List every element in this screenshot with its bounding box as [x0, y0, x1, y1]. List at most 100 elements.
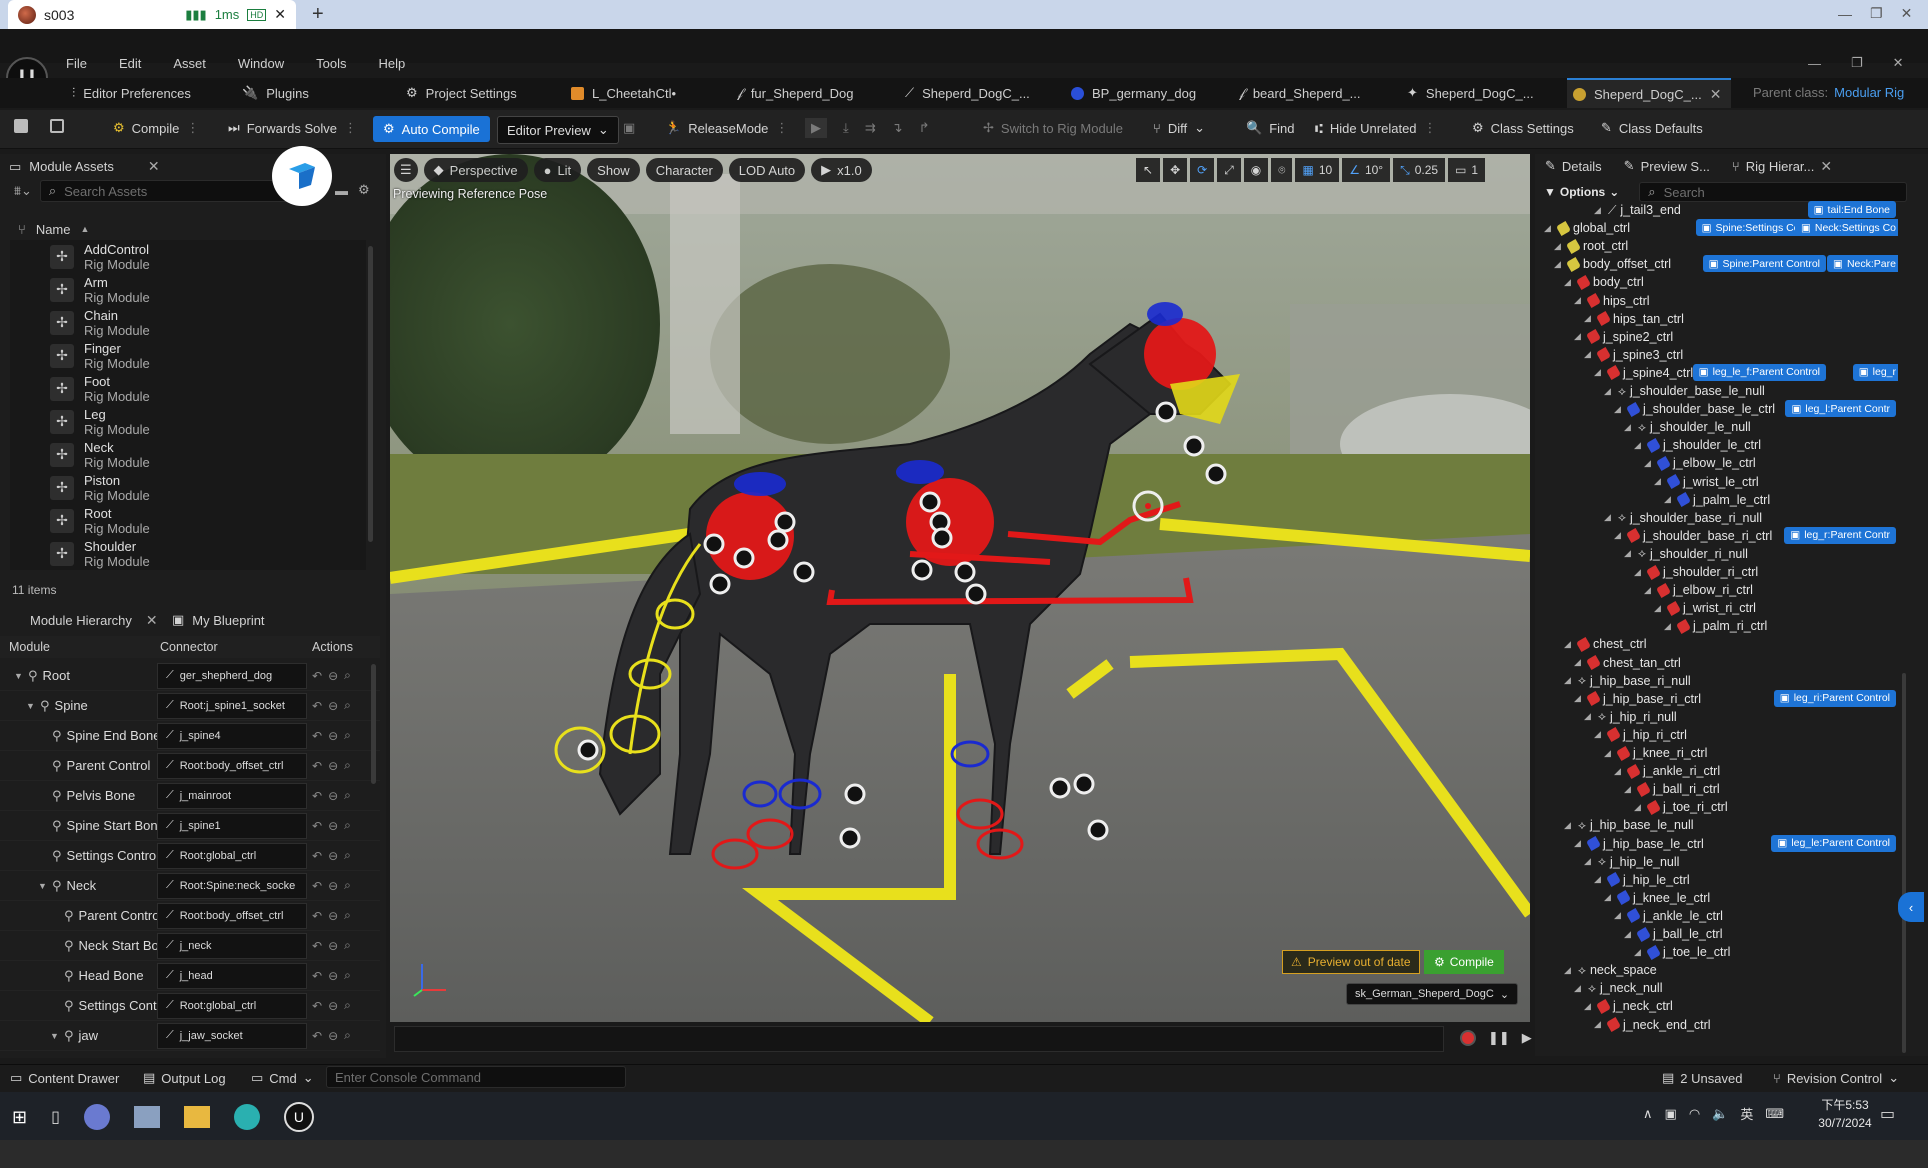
- expand-arrow-icon[interactable]: ◢: [1594, 367, 1604, 378]
- diff-button[interactable]: ⑂ Diff ⌄: [1153, 120, 1205, 136]
- expand-arrow-icon[interactable]: ◢: [1564, 675, 1574, 686]
- task-view-icon[interactable]: ▯: [51, 1107, 60, 1127]
- close-panel-icon[interactable]: ✕: [148, 158, 160, 175]
- new-tab-button[interactable]: +: [312, 3, 324, 26]
- expand-arrow-icon[interactable]: ◢: [1634, 567, 1644, 578]
- ime-indicator[interactable]: 英: [1740, 1104, 1753, 1123]
- reset-icon[interactable]: ↶: [312, 729, 322, 743]
- world-local-icon[interactable]: ◉: [1243, 158, 1269, 182]
- rig-tree-item[interactable]: ◢ j_palm_le_ctrl: [1664, 491, 1770, 509]
- reset-icon[interactable]: ↶: [312, 699, 322, 713]
- menu-tools[interactable]: Tools: [316, 56, 346, 71]
- rig-tree-item[interactable]: ◢ j_wrist_ri_ctrl: [1654, 599, 1756, 617]
- tab-cheetah[interactable]: L_CheetahCtl•: [565, 78, 731, 108]
- reset-icon[interactable]: ↶: [312, 849, 322, 863]
- actions-column-header[interactable]: Actions: [312, 640, 353, 654]
- rig-tree-item[interactable]: ◢ ⟡ j_hip_base_ri_null: [1564, 672, 1691, 690]
- close-hierarchy-icon[interactable]: ✕: [146, 612, 158, 629]
- hierarchy-row[interactable]: ▼ ⚲ jaw ⟋ j_jaw_socket ↶ ⊖ ⌕: [0, 1021, 380, 1051]
- translate-icon[interactable]: ✥: [1163, 158, 1188, 182]
- rig-tree-item[interactable]: ◢ body_ctrl: [1564, 273, 1644, 291]
- rig-tree-item[interactable]: ◢ j_neck_end_ctrl: [1594, 1016, 1711, 1034]
- expand-arrow-icon[interactable]: ◢: [1574, 331, 1584, 342]
- viewport-compile-button[interactable]: ⚙ Compile: [1424, 950, 1504, 974]
- start-icon[interactable]: ⊞: [12, 1107, 27, 1128]
- tab-project-settings[interactable]: ⚙ Project Settings: [400, 78, 565, 108]
- asset-item[interactable]: ✢ Foot Rig Module: [10, 372, 150, 405]
- expand-arrow-icon[interactable]: ▼: [38, 881, 48, 891]
- connection-chip[interactable]: ▣ Neck:Settings Co: [1794, 219, 1898, 237]
- close-tab-icon[interactable]: ✕: [1710, 86, 1722, 103]
- browse-icon[interactable]: ⌕: [344, 788, 351, 803]
- hierarchy-scrollbar[interactable]: [371, 664, 376, 784]
- connector-field[interactable]: ⟋ Root:Spine:neck_socke: [157, 872, 307, 899]
- expand-arrow-icon[interactable]: ◢: [1634, 440, 1644, 451]
- expand-arrow-icon[interactable]: ◢: [1604, 512, 1614, 523]
- rig-tree-item[interactable]: ◢ j_toe_ri_ctrl: [1634, 798, 1728, 816]
- reset-icon[interactable]: ↶: [312, 939, 322, 953]
- menu-file[interactable]: File: [66, 56, 87, 71]
- viewport[interactable]: ☰ ◆ Perspective ● Lit Show Character LOD A…: [390, 154, 1530, 1022]
- rig-tree-item[interactable]: ◢ j_spine3_ctrl: [1584, 346, 1683, 364]
- expand-arrow-icon[interactable]: ◢: [1664, 621, 1674, 632]
- edge-icon[interactable]: [233, 1104, 260, 1130]
- module-column-header[interactable]: Module: [9, 640, 50, 654]
- browse-icon[interactable]: ⌕: [344, 878, 351, 893]
- close-window-icon[interactable]: ✕: [1901, 5, 1913, 22]
- expand-arrow-icon[interactable]: ◢: [1614, 766, 1624, 777]
- file-explorer-icon[interactable]: [183, 1106, 210, 1128]
- tab-dog-2[interactable]: ✦ Sheperd_DogC_...: [1401, 78, 1567, 108]
- rig-tree-item[interactable]: ◢ ⟡ neck_space: [1564, 961, 1657, 979]
- expand-arrow-icon[interactable]: ◢: [1574, 657, 1584, 668]
- browse-icon[interactable]: ⌕: [344, 968, 351, 983]
- reset-icon[interactable]: ↶: [312, 1029, 322, 1043]
- perspective-button[interactable]: ◆ Perspective: [423, 158, 528, 182]
- connector-field[interactable]: ⟋ Root:body_offset_ctrl: [157, 752, 307, 779]
- content-drawer-button[interactable]: ▭ Content Drawer: [10, 1070, 119, 1086]
- filter-icon[interactable]: ⩩⌄: [14, 183, 32, 199]
- connector-field[interactable]: ⟋ ger_shepherd_dog: [157, 662, 307, 689]
- connector-field[interactable]: ⟋ Root:global_ctrl: [157, 992, 307, 1019]
- reset-icon[interactable]: ↶: [312, 909, 322, 923]
- camera-speed-button[interactable]: ▭ 1: [1448, 158, 1486, 182]
- rig-tree-item[interactable]: ◢ ⟡ j_shoulder_base_le_null: [1604, 382, 1765, 400]
- tab-plugins[interactable]: 🔌 Plugins: [236, 78, 400, 108]
- rig-tree-item[interactable]: ◢ j_ball_ri_ctrl: [1624, 780, 1720, 798]
- expand-panel-button[interactable]: ‹: [1898, 892, 1924, 922]
- connector-field[interactable]: ⟋ Root:body_offset_ctrl: [157, 902, 307, 929]
- hierarchy-row[interactable]: ⚲ Pelvis Bone ⟋ j_mainroot ↶ ⊖ ⌕: [0, 781, 380, 811]
- module-hierarchy-tab[interactable]: Module Hierarchy ✕: [30, 612, 158, 629]
- expand-arrow-icon[interactable]: ◢: [1624, 784, 1634, 795]
- options-dropdown[interactable]: ▼ Options ⌄: [1544, 185, 1619, 199]
- expand-arrow-icon[interactable]: ◢: [1624, 422, 1634, 433]
- rig-tree-item[interactable]: ◢ j_palm_ri_ctrl: [1664, 617, 1767, 635]
- browse-icon[interactable]: ⌕: [344, 698, 351, 713]
- rig-tree-item[interactable]: ◢ ⟡ j_neck_null: [1574, 979, 1662, 997]
- expand-arrow-icon[interactable]: ◢: [1554, 259, 1564, 270]
- expand-arrow-icon[interactable]: ◢: [1584, 349, 1594, 360]
- preview-settings-tab[interactable]: ✎ Preview S...: [1624, 158, 1710, 174]
- connector-field[interactable]: ⟋ Root:global_ctrl: [157, 842, 307, 869]
- rig-tree-item[interactable]: ◢ j_shoulder_base_le_ctrl: [1614, 400, 1775, 418]
- asset-item[interactable]: ✢ Shoulder Rig Module: [10, 537, 150, 570]
- use-selected-icon[interactable]: ⊖: [328, 909, 338, 923]
- expand-arrow-icon[interactable]: ◢: [1644, 458, 1654, 469]
- browse-icon[interactable]: ⌕: [344, 1028, 351, 1043]
- rig-tree-item[interactable]: ◢ ⟡ j_shoulder_ri_null: [1624, 545, 1748, 563]
- parent-class-link[interactable]: Modular Rig: [1834, 85, 1904, 100]
- rig-tree-item[interactable]: ◢ j_spine2_ctrl: [1574, 328, 1673, 346]
- reset-icon[interactable]: ↶: [312, 819, 322, 833]
- rig-tree-item[interactable]: ◢ j_ball_le_ctrl: [1624, 925, 1722, 943]
- step-into-icon[interactable]: ↴: [892, 120, 903, 136]
- browse-icon[interactable]: ⌕: [344, 908, 351, 923]
- editor-preview-dropdown[interactable]: Editor Preview ⌄: [497, 116, 619, 144]
- browser-tab[interactable]: s003 ▮▮▮ 1ms HD ✕: [8, 0, 296, 29]
- rig-hierarchy-tab[interactable]: ⑂ Rig Hierar... ✕: [1732, 158, 1832, 175]
- save-icon[interactable]: [14, 119, 28, 133]
- expand-arrow-icon[interactable]: ◢: [1604, 748, 1614, 759]
- browse-icon[interactable]: ⌕: [344, 848, 351, 863]
- connection-chip[interactable]: ▣ leg_l:Parent Contr: [1785, 400, 1896, 418]
- expand-arrow-icon[interactable]: ◢: [1574, 983, 1584, 994]
- class-defaults-button[interactable]: ✎ Class Defaults: [1601, 120, 1703, 136]
- rig-tree-item[interactable]: ◢ j_knee_le_ctrl: [1604, 889, 1710, 907]
